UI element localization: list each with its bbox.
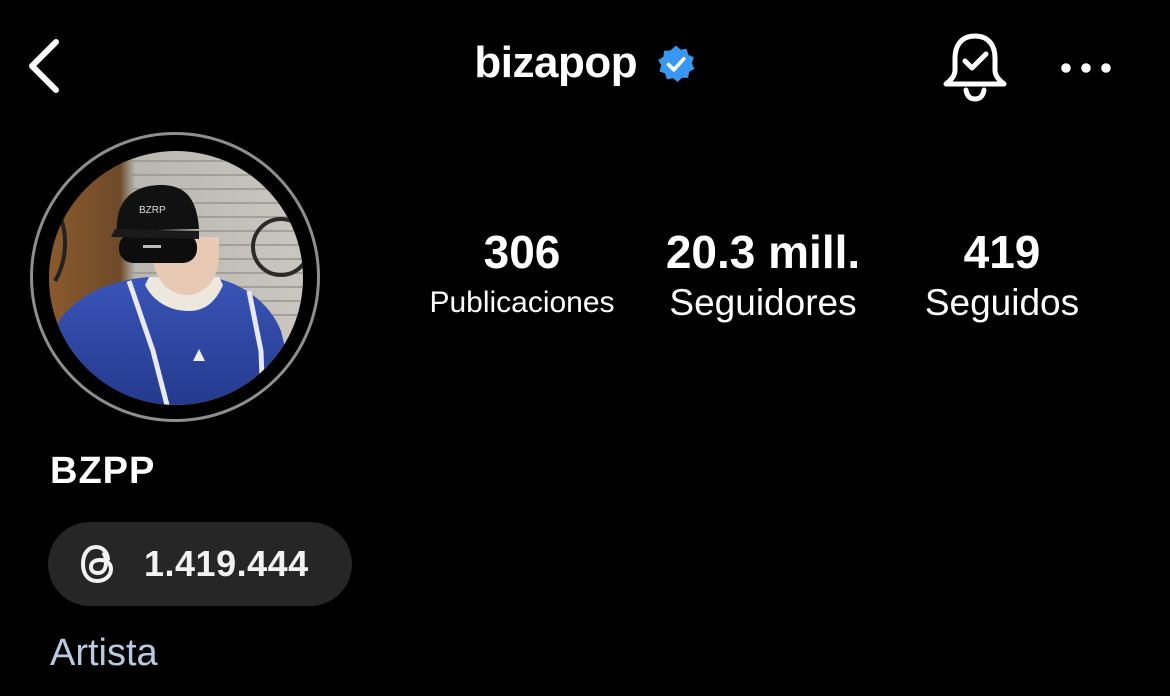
threads-icon (81, 545, 113, 583)
profile-avatar[interactable]: BZRP (49, 151, 303, 405)
profile-category: Artista (50, 632, 158, 674)
followers-stat[interactable]: 20.3 mill. Seguidores (648, 226, 878, 328)
display-name: BZPP (50, 450, 156, 492)
followers-count: 20.3 mill. (665, 226, 861, 278)
bell-check-icon (943, 33, 1007, 102)
threads-count: 1.419.444 (144, 543, 309, 584)
ellipsis-icon (1061, 63, 1111, 73)
following-stat[interactable]: 419 Seguidos (900, 226, 1104, 328)
posts-count: 306 (483, 226, 561, 278)
top-bar: bizapop (0, 0, 1170, 140)
more-options-button[interactable] (1058, 50, 1114, 86)
back-button[interactable] (22, 36, 70, 96)
verified-badge-icon (657, 45, 695, 82)
following-label: Seguidos (924, 282, 1080, 323)
threads-badge-button[interactable]: 1.419.444 (48, 522, 352, 606)
chevron-left-icon (29, 39, 59, 93)
followers-label: Seguidores (669, 282, 857, 323)
following-count: 419 (963, 226, 1041, 278)
profile-photo: BZRP (49, 151, 303, 405)
svg-text:BZRP: BZRP (139, 205, 166, 216)
posts-stat[interactable]: 306 Publicaciones (412, 226, 632, 328)
notifications-button[interactable] (940, 30, 1010, 102)
posts-label: Publicaciones (429, 286, 615, 319)
profile-username[interactable]: bizapop (474, 38, 637, 88)
